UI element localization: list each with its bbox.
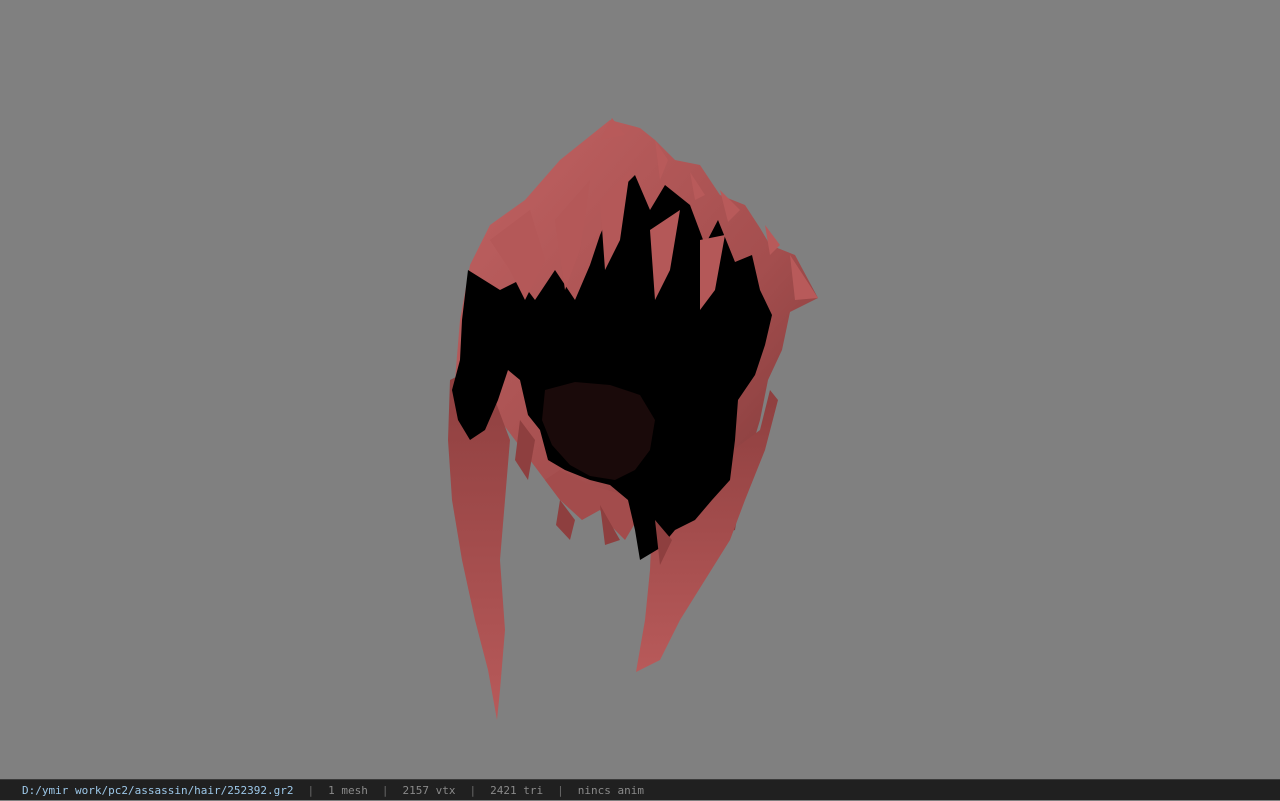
file-path-label: D:/ymir work/pc2/assassin/hair/252392.gr… (22, 783, 294, 797)
status-separator: | (469, 783, 477, 797)
3d-viewport[interactable] (0, 0, 1280, 779)
mesh-count-label: 1 mesh (328, 783, 368, 797)
status-separator: | (557, 783, 564, 797)
status-separator: | (307, 783, 315, 797)
hair-model-render (448, 118, 818, 720)
vertex-count-label: 2157 vtx (402, 783, 456, 797)
status-bar: D:/ymir work/pc2/assassin/hair/252392.gr… (0, 779, 1280, 800)
animation-status-label: nincs anim (577, 783, 644, 797)
triangle-count-label: 2421 tri (490, 783, 544, 797)
status-separator: | (381, 783, 389, 797)
